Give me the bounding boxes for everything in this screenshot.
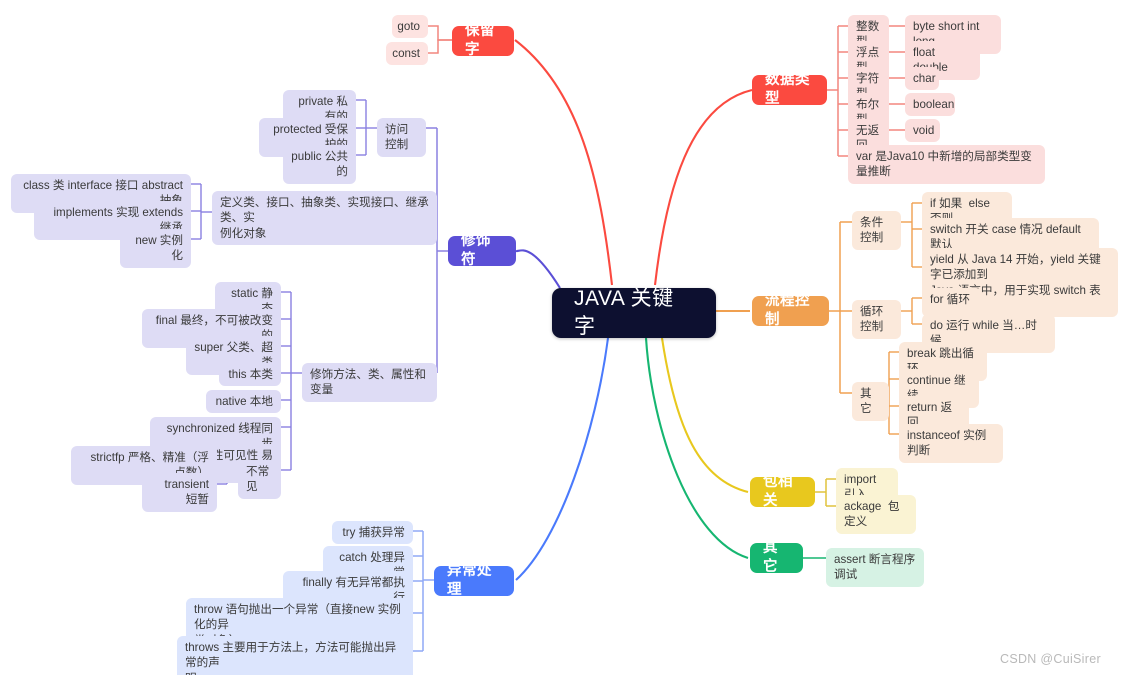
modifier-group-definition[interactable]: 定义类、接口、抽象类、实现接口、继承类、实 例化对象 [212, 191, 437, 245]
modifier-subgroup-rare[interactable]: 不常见 [238, 460, 281, 499]
branch-other[interactable]: 其它 [750, 540, 803, 575]
watermark: CSDN @CuiSirer [1000, 652, 1101, 666]
branch-flow[interactable]: 流程控制 [752, 293, 829, 328]
branch-exception[interactable]: 异常处理 [434, 563, 514, 598]
modifier-group-access[interactable]: 访问控制 [377, 118, 426, 157]
branch-datatype[interactable]: 数据类型 [752, 72, 827, 107]
datatype-leaf-void[interactable]: void [905, 119, 940, 143]
flow-group-condition[interactable]: 条件控制 [852, 211, 901, 250]
link-reserved-2 [428, 39, 452, 54]
flow-group-other[interactable]: 其它 [852, 382, 889, 421]
datatype-item-var[interactable]: var 是Java10 中新增的局部类型变量推断 [848, 145, 1045, 184]
link-reserved-1 [428, 25, 452, 41]
modifier-def-new[interactable]: new 实例化 [120, 229, 191, 268]
exception-item-throws[interactable]: throws 主要用于方法上，方法可能抛出异常的声 明 [177, 636, 413, 675]
root-node[interactable]: JAVA 关键字 [552, 287, 716, 338]
mindmap-canvas: JAVA 关键字 保留字 goto const 数据类型 整数型 浮点型 字符型… [0, 0, 1145, 675]
other-item-assert[interactable]: assert 断言程序调试 [826, 548, 924, 587]
link-root-other [644, 337, 749, 560]
link-root-modifier [515, 249, 561, 289]
modifier-group-method[interactable]: 修饰方法、类、属性和变量 [302, 363, 437, 402]
link-root-datatype [653, 88, 753, 286]
reserved-item-const[interactable]: const [386, 42, 428, 66]
branch-modifier[interactable]: 修饰符 [448, 233, 516, 268]
link-root-reserved [514, 39, 614, 286]
modifier-rare-transient[interactable]: transient 短暂 [142, 473, 217, 512]
branch-package[interactable]: 包相关 [750, 474, 815, 509]
flow-other-instanceof[interactable]: instanceof 实例判断 [899, 424, 1003, 463]
datatype-leaf-char[interactable]: char [905, 67, 939, 91]
exception-item-try[interactable]: try 捕获异常 [332, 521, 413, 545]
modifier-access-public[interactable]: public 公共的 [283, 145, 356, 184]
link-root-package [660, 337, 749, 494]
package-item-package[interactable]: ackage 包定义 [836, 495, 916, 534]
modifier-method-this[interactable]: this 本类 [219, 363, 281, 387]
reserved-item-goto[interactable]: goto [392, 15, 428, 39]
link-root-exception [515, 337, 610, 581]
datatype-leaf-bool[interactable]: boolean [905, 93, 955, 117]
flow-group-loop[interactable]: 循环控制 [852, 300, 901, 339]
flow-loop-for[interactable]: for 循环 [922, 288, 982, 312]
modifier-method-native[interactable]: native 本地 [206, 390, 281, 414]
branch-reserved[interactable]: 保留字 [452, 23, 514, 58]
